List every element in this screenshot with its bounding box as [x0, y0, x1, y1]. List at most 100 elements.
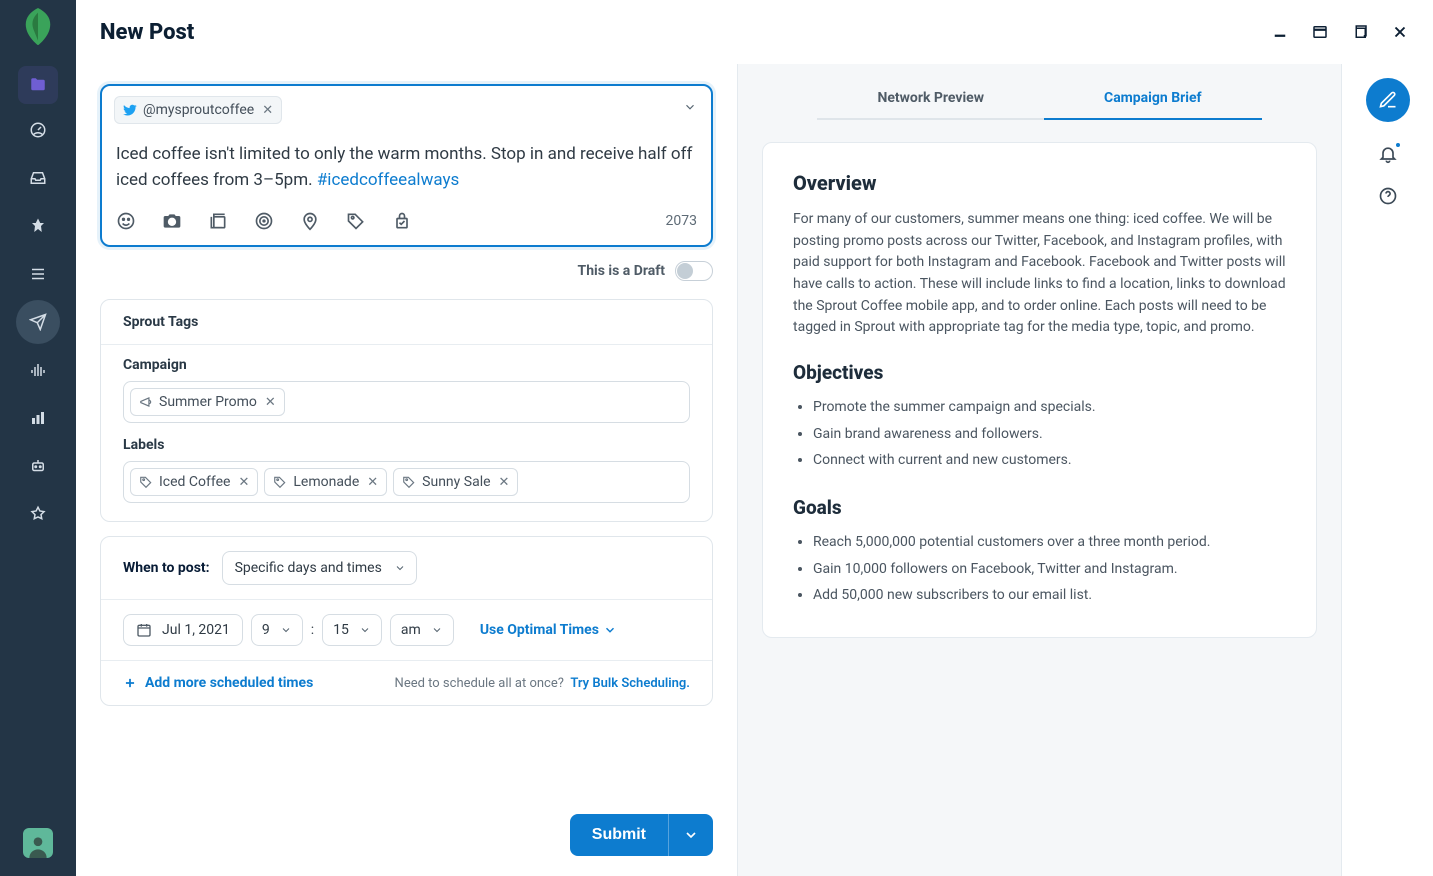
chevron-down-icon [431, 624, 443, 636]
when-to-post-label: When to post: [123, 560, 210, 576]
nav-dashboard-icon[interactable] [16, 108, 60, 152]
nav-library-icon[interactable] [18, 66, 58, 104]
approval-icon[interactable] [392, 211, 412, 231]
emoji-icon[interactable] [116, 211, 136, 231]
remove-tag-icon[interactable]: ✕ [265, 395, 276, 410]
tags-header: Sprout Tags [101, 300, 712, 345]
window-controls [1271, 23, 1409, 41]
schedule-card: When to post: Specific days and times Ju… [100, 536, 713, 706]
overview-text: For many of our customers, summer means … [793, 209, 1286, 339]
bulk-scheduling-link[interactable]: Try Bulk Scheduling. [570, 676, 690, 691]
list-item: Add 50,000 new subscribers to our email … [813, 582, 1286, 609]
compose-text[interactable]: Iced coffee isn't limited to only the wa… [102, 124, 711, 201]
nav-listening-icon[interactable] [16, 348, 60, 392]
list-item: Gain brand awareness and followers. [813, 421, 1286, 448]
label-chip[interactable]: Sunny Sale✕ [393, 468, 518, 496]
asset-library-icon[interactable] [208, 211, 228, 231]
list-item: Gain 10,000 followers on Facebook, Twitt… [813, 556, 1286, 583]
chevron-down-icon [394, 562, 406, 574]
submit-bar: Submit [570, 814, 713, 856]
right-rail [1341, 64, 1433, 876]
goals-heading: Goals [793, 496, 1286, 519]
tag-icon [402, 475, 416, 489]
nav-pin-icon[interactable] [16, 204, 60, 248]
user-avatar[interactable] [23, 828, 53, 858]
schedule-mode-select[interactable]: Specific days and times [222, 551, 417, 585]
list-item: Reach 5,000,000 potential customers over… [813, 529, 1286, 556]
remove-account-icon[interactable]: ✕ [262, 103, 273, 118]
compose-icon [1378, 90, 1398, 110]
minute-select[interactable]: 15 [322, 614, 382, 646]
megaphone-icon [139, 395, 153, 409]
dock-button[interactable] [1311, 23, 1329, 41]
remove-tag-icon[interactable]: ✕ [499, 475, 510, 490]
nav-bot-icon[interactable] [16, 444, 60, 488]
sprout-tags-card: Sprout Tags Campaign Summer Promo ✕ Labe… [100, 299, 713, 522]
help-icon[interactable] [1378, 186, 1398, 206]
hashtag-link[interactable]: #icedcoffeealways [317, 170, 459, 190]
main-area: New Post @mysproutcoffee ✕ Iced [76, 0, 1433, 876]
label-chip[interactable]: Iced Coffee✕ [130, 468, 258, 496]
nav-reviews-icon[interactable] [16, 492, 60, 536]
nav-publishing-icon[interactable] [16, 300, 60, 344]
draft-label: This is a Draft [578, 263, 665, 279]
nav-feed-icon[interactable] [16, 252, 60, 296]
twitter-icon [123, 103, 137, 117]
app-logo-icon [24, 8, 52, 44]
camera-icon[interactable] [162, 211, 182, 231]
campaign-label: Campaign [123, 357, 690, 373]
restore-button[interactable] [1351, 23, 1369, 41]
overview-heading: Overview [793, 171, 1286, 195]
notifications-icon[interactable] [1378, 144, 1398, 164]
tab-network-preview[interactable]: Network Preview [817, 82, 1044, 120]
nav-inbox-icon[interactable] [16, 156, 60, 200]
compose-toolbar: 2073 [102, 201, 711, 245]
submit-button[interactable]: Submit [570, 814, 668, 856]
labels-input[interactable]: Iced Coffee✕ Lemonade✕ Sunny Sale✕ [123, 461, 690, 503]
labels-label: Labels [123, 437, 690, 453]
chevron-down-icon [603, 623, 617, 637]
hour-select[interactable]: 9 [251, 614, 303, 646]
draft-toggle-row: This is a Draft [100, 247, 713, 299]
location-icon[interactable] [300, 211, 320, 231]
objectives-heading: Objectives [793, 361, 1286, 384]
minimize-button[interactable] [1271, 23, 1289, 41]
date-picker[interactable]: Jul 1, 2021 [123, 614, 243, 646]
list-item: Connect with current and new customers. [813, 447, 1286, 474]
calendar-icon [136, 622, 152, 638]
label-chip[interactable]: Lemonade✕ [264, 468, 387, 496]
accounts-dropdown-icon[interactable] [683, 100, 697, 114]
add-scheduled-time-button[interactable]: Add more scheduled times [123, 675, 313, 691]
account-selector[interactable]: @mysproutcoffee ✕ [102, 86, 711, 124]
remove-tag-icon[interactable]: ✕ [238, 475, 249, 490]
goals-list: Reach 5,000,000 potential customers over… [793, 529, 1286, 609]
submit-dropdown-button[interactable] [668, 814, 713, 856]
chevron-down-icon [683, 827, 699, 843]
bulk-scheduling-hint: Need to schedule all at once? Try Bulk S… [395, 676, 690, 691]
chevron-down-icon [280, 624, 292, 636]
close-button[interactable] [1391, 23, 1409, 41]
ampm-select[interactable]: am [390, 614, 454, 646]
list-item: Promote the summer campaign and specials… [813, 394, 1286, 421]
remove-tag-icon[interactable]: ✕ [367, 475, 378, 490]
tag-icon [273, 475, 287, 489]
nav-reports-icon[interactable] [16, 396, 60, 440]
compose-fab-button[interactable] [1366, 78, 1410, 122]
target-icon[interactable] [254, 211, 274, 231]
right-panel: Network Preview Campaign Brief Overview … [738, 64, 1341, 876]
campaign-brief-card: Overview For many of our customers, summ… [762, 142, 1317, 638]
tab-campaign-brief[interactable]: Campaign Brief [1044, 82, 1262, 120]
compose-box: @mysproutcoffee ✕ Iced coffee isn't limi… [100, 84, 713, 247]
draft-toggle[interactable] [675, 261, 713, 281]
campaign-tag-chip[interactable]: Summer Promo ✕ [130, 388, 285, 416]
objectives-list: Promote the summer campaign and specials… [793, 394, 1286, 474]
tag-icon[interactable] [346, 211, 366, 231]
account-handle: @mysproutcoffee [143, 102, 254, 118]
plus-icon [123, 676, 137, 690]
account-chip-twitter[interactable]: @mysproutcoffee ✕ [114, 96, 282, 124]
use-optimal-times-link[interactable]: Use Optimal Times [480, 622, 617, 638]
campaign-input[interactable]: Summer Promo ✕ [123, 381, 690, 423]
tag-icon [139, 475, 153, 489]
chevron-down-icon [359, 624, 371, 636]
composer-panel: @mysproutcoffee ✕ Iced coffee isn't limi… [76, 64, 738, 876]
